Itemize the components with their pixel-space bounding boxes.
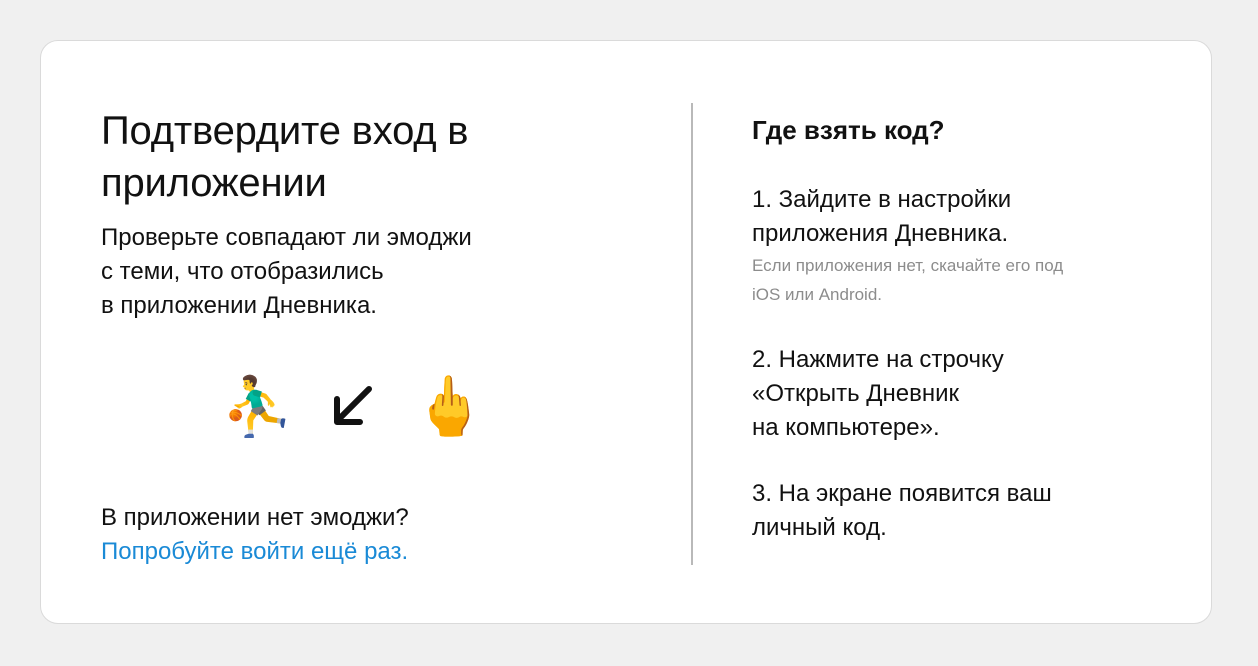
download-note: Если приложения нет, скачайте его под iO…: [752, 251, 1172, 309]
middle-finger-emoji-icon: 🖕: [413, 374, 486, 439]
login-confirmation-card: Подтвердите вход в приложении Проверьте …: [40, 40, 1212, 624]
help-panel: Где взять код? 1. Зайдите в настройки пр…: [752, 113, 1172, 545]
title-line: Подтвердите вход в: [101, 109, 469, 153]
note-line: iOS или Android.: [752, 285, 883, 304]
step-3: 3. На экране появится ваш личный код.: [752, 477, 1172, 545]
basketball-player-emoji-icon: ⛹️‍♂️: [221, 374, 294, 439]
instruction-line: Проверьте совпадают ли эмоджи: [101, 224, 472, 251]
step-2: 2. Нажмите на строчку «Открыть Дневник н…: [752, 343, 1172, 445]
instruction-text: Проверьте совпадают ли эмоджи с теми, чт…: [101, 221, 661, 323]
step-line: личный код.: [752, 514, 887, 541]
no-emoji-section: В приложении нет эмоджи? Попробуйте войт…: [101, 501, 409, 569]
step-line: «Открыть Дневник: [752, 380, 960, 407]
no-emoji-question: В приложении нет эмоджи?: [101, 504, 409, 531]
retry-login-link[interactable]: Попробуйте войти ещё раз.: [101, 535, 409, 569]
help-heading: Где взять код?: [752, 115, 945, 145]
emoji-sequence: ⛹️‍♂️ 🖕: [221, 367, 485, 447]
page-title: Подтвердите вход в приложении: [101, 105, 661, 209]
confirmation-panel: Подтвердите вход в приложении Проверьте …: [101, 105, 661, 323]
arrow-down-left-icon: [334, 386, 373, 425]
vertical-divider: [691, 103, 693, 565]
step-1: 1. Зайдите в настройки приложения Дневни…: [752, 183, 1172, 309]
note-line: Если приложения нет, скачайте его под: [752, 256, 1064, 275]
step-line: на компьютере».: [752, 414, 940, 441]
step-line: 3. На экране появится ваш: [752, 480, 1052, 507]
instruction-line: с теми, что отобразились: [101, 258, 384, 285]
step-line: 2. Нажмите на строчку: [752, 346, 1004, 373]
title-line: приложении: [101, 161, 327, 205]
step-line: 1. Зайдите в настройки: [752, 186, 1012, 213]
instruction-line: в приложении Дневника.: [101, 292, 377, 319]
step-line: приложения Дневника.: [752, 220, 1009, 247]
